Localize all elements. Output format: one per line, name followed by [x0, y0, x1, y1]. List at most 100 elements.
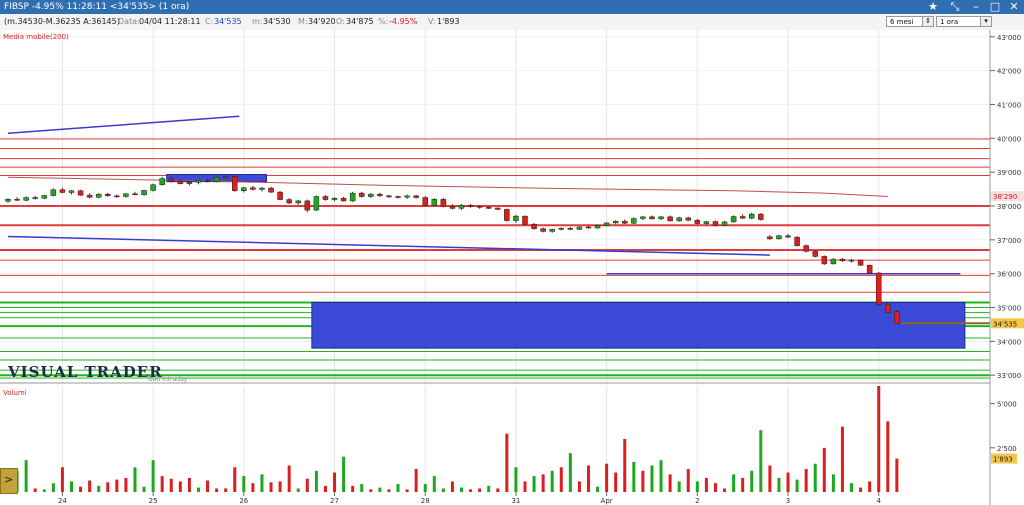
candle-body	[68, 190, 75, 193]
candle-body	[866, 264, 873, 274]
volume-bar	[759, 430, 763, 492]
volume-bar	[850, 483, 854, 492]
candle-body	[875, 272, 882, 305]
volume-bar	[586, 465, 590, 492]
candle-body	[712, 221, 719, 226]
volume-bar	[314, 470, 318, 492]
candle-body	[748, 213, 755, 219]
candle-body	[776, 235, 782, 240]
candle-body	[485, 207, 492, 209]
volume-bar	[405, 489, 409, 492]
volume-bar	[305, 478, 309, 492]
volume-value: 1'893	[437, 17, 460, 26]
candle-body	[522, 215, 528, 225]
candle-body	[95, 193, 102, 198]
volume-bar	[523, 481, 527, 492]
candle-body	[186, 182, 193, 184]
candle-body	[594, 225, 601, 229]
price-tick-label: 34'000	[997, 338, 1021, 346]
volume-bar	[505, 433, 509, 492]
highlight-zone	[311, 301, 966, 349]
volume-bar	[242, 476, 246, 492]
volume-bar	[750, 470, 754, 492]
candle-body	[23, 197, 29, 201]
candle-body	[313, 196, 320, 211]
candle-body	[386, 195, 392, 198]
volume-bar	[541, 474, 545, 492]
volume-bar	[33, 488, 37, 492]
price-tick-label: 42'000	[997, 68, 1021, 76]
candle-body	[567, 228, 574, 230]
candle-body	[821, 256, 828, 265]
candle-body	[839, 258, 846, 262]
volume-bar	[469, 489, 473, 492]
volume-bar	[859, 487, 863, 492]
candle-body	[531, 224, 537, 229]
volume-bar	[106, 482, 110, 492]
volume-bar	[233, 467, 237, 492]
volume-bar	[632, 461, 636, 492]
volume-bar	[287, 465, 291, 492]
volume-label: V:	[428, 17, 436, 26]
candle-body	[259, 187, 265, 190]
volume-bar	[333, 472, 337, 492]
pct-value: -4.95%	[389, 17, 418, 26]
volume-bar	[487, 485, 491, 492]
candle-body	[576, 226, 583, 230]
candle-body	[41, 195, 48, 199]
star-icon[interactable]: ★	[924, 0, 942, 14]
minimize-icon[interactable]: –	[967, 0, 985, 14]
time-tick-label: 25	[149, 497, 158, 505]
volume-bar	[577, 481, 581, 492]
candle-body	[32, 197, 38, 199]
chevron-right-icon: >	[4, 473, 14, 486]
time-tick-label: Apr	[601, 497, 613, 505]
candle-body	[14, 198, 20, 201]
volume-bar	[369, 489, 373, 492]
candle-body	[222, 176, 229, 178]
close-icon[interactable]: ✕	[1005, 0, 1023, 14]
volume-bar	[423, 484, 427, 492]
volume-bar	[496, 488, 500, 492]
time-tick-label: 26	[239, 497, 248, 505]
period-select[interactable]: 6 mesi ⇕	[886, 16, 934, 27]
expand-panel-button[interactable]: >	[0, 468, 18, 494]
volume-bar	[886, 421, 890, 492]
candle-body	[277, 191, 283, 200]
volume-bar	[88, 480, 92, 492]
close-label: C:	[205, 17, 214, 26]
candle-body	[50, 189, 57, 196]
candle-body	[549, 229, 555, 232]
volume-bar	[831, 474, 835, 492]
candle-body	[894, 311, 900, 324]
candle-body	[123, 193, 129, 197]
candle-body	[268, 187, 274, 193]
candle-body	[467, 205, 474, 207]
interval-select[interactable]: 1 ora ▾	[936, 16, 992, 27]
date-label: Data:	[118, 17, 140, 26]
candle-body	[794, 236, 800, 246]
volume-bar	[460, 487, 463, 492]
candle-body	[476, 206, 483, 208]
candle-body	[703, 221, 710, 224]
candle-body	[114, 195, 120, 198]
volume-bar	[260, 474, 264, 492]
tool-icon[interactable]: ⤡	[946, 0, 964, 14]
volume-bar	[351, 485, 355, 492]
candle-body	[404, 195, 410, 198]
candle-body	[168, 178, 175, 182]
volume-bar	[251, 483, 255, 492]
candle-body	[612, 220, 619, 224]
candle-body	[676, 217, 682, 222]
volume-bar	[215, 488, 219, 492]
maximize-icon[interactable]: □	[986, 0, 1004, 14]
close-value: 34'535	[214, 17, 242, 26]
volume-bar	[605, 463, 609, 492]
candle-body	[368, 193, 374, 197]
candle-body	[358, 192, 365, 197]
candle-body	[204, 180, 211, 182]
volume-pane-label: Volumi	[3, 389, 27, 397]
price-chart[interactable]: 43'000 42'000 41'000 40'000 39'000 38'000 37'0…	[0, 30, 1024, 505]
visual-trader-logo: VISUAL TRADER	[8, 363, 163, 381]
volume-bar	[732, 474, 736, 492]
